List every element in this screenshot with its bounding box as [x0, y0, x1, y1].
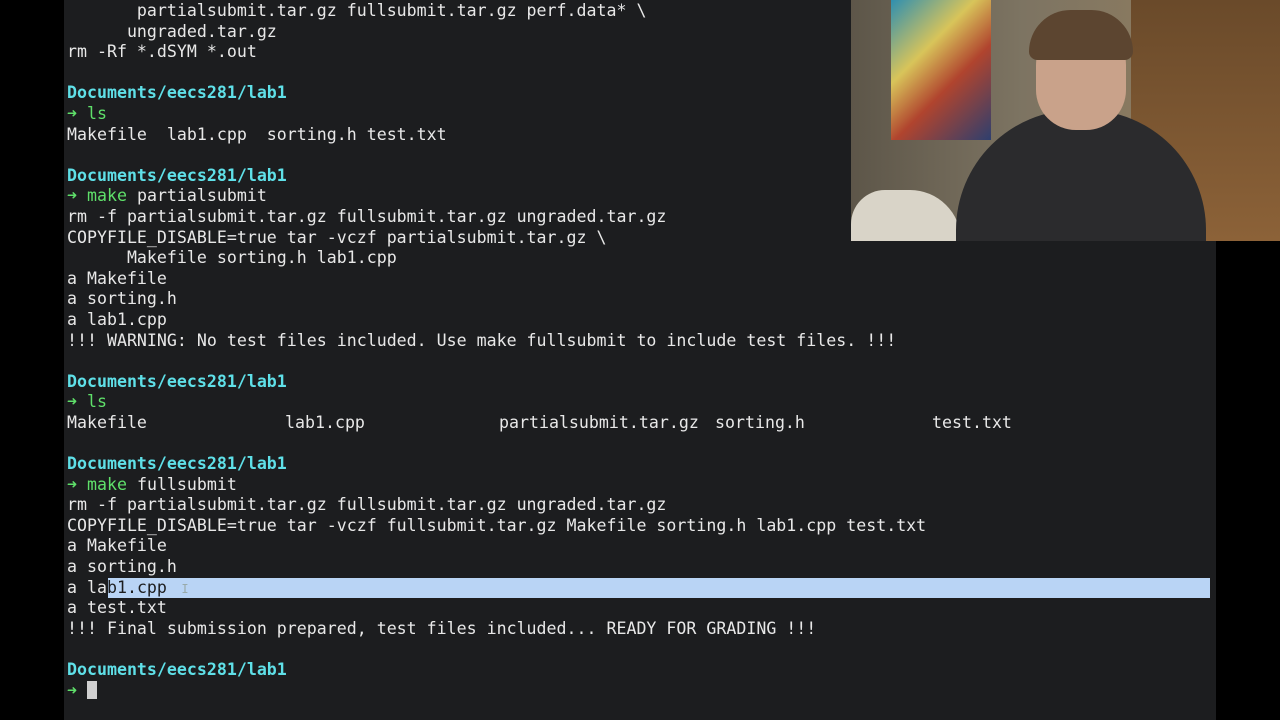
- terminal-line: a sorting.h: [67, 557, 926, 578]
- command-line: ➜ make fullsubmit: [67, 475, 926, 496]
- terminal-line: Documents/eecs281/lab1: [67, 166, 926, 187]
- terminal-line: rm -Rf *.dSYM *.out: [67, 42, 926, 63]
- terminal-line: a test.txt: [67, 598, 926, 619]
- prompt-arrow-icon: ➜: [67, 186, 77, 206]
- command-line: ➜ ls: [67, 104, 926, 125]
- output-text: a sorting.h: [67, 557, 177, 577]
- prompt-arrow-icon: ➜: [67, 392, 77, 412]
- prompt-arrow-icon: ➜: [67, 680, 77, 700]
- terminal-line: partialsubmit.tar.gz fullsubmit.tar.gz p…: [67, 1, 926, 22]
- terminal-line: ungraded.tar.gz: [67, 22, 926, 43]
- selected-line: a lab1.cpp I: [67, 578, 926, 599]
- text-cursor-icon: I: [166, 581, 189, 596]
- file-name: lab1.cpp: [285, 412, 365, 432]
- file-name: sorting.h: [715, 412, 805, 432]
- output-text: a test.txt: [67, 598, 167, 618]
- terminal-line: COPYFILE_DISABLE=true tar -vczf partials…: [67, 228, 926, 249]
- output-text: rm -f partialsubmit.tar.gz fullsubmit.ta…: [67, 206, 667, 226]
- command-args: partialsubmit: [126, 186, 267, 206]
- output-text: a sorting.h: [67, 289, 177, 309]
- output-text: rm -f partialsubmit.tar.gz fullsubmit.ta…: [67, 495, 667, 515]
- prompt-path: Documents/eecs281/lab1: [67, 165, 287, 185]
- output-text: Makefile lab1.cpp sorting.h test.txt: [67, 124, 447, 144]
- terminal-line: Makefile sorting.h lab1.cpp: [67, 248, 926, 269]
- terminal-line: !!! Final submission prepared, test file…: [67, 619, 926, 640]
- prompt-arrow-icon: ➜: [67, 103, 77, 123]
- output-text: !!! WARNING: No test files included. Use…: [67, 330, 897, 350]
- terminal-line: Documents/eecs281/lab1: [67, 83, 926, 104]
- terminal-line: a sorting.h: [67, 289, 926, 310]
- file-name: Makefile: [67, 412, 147, 432]
- ls-output: Makefile lab1.cpp partialsubmit.tar.gz sort…: [67, 412, 1012, 434]
- command-line: ➜ ls: [67, 392, 926, 413]
- terminal-line: a Makefile: [67, 269, 926, 290]
- prompt-path: Documents/eecs281/lab1: [67, 371, 287, 391]
- output-text: COPYFILE_DISABLE=true tar -vczf fullsubm…: [67, 515, 927, 535]
- command-name: make: [87, 186, 127, 206]
- output-text: a Makefile: [67, 268, 167, 288]
- command-args: fullsubmit: [126, 474, 237, 494]
- output-text: rm -Rf *.dSYM *.out: [67, 42, 257, 62]
- output-text: COPYFILE_DISABLE=true tar -vczf partials…: [67, 227, 607, 247]
- terminal-line: Makefile lab1.cpp sorting.h test.txt: [67, 125, 926, 146]
- terminal-line: !!! WARNING: No test files included. Use…: [67, 331, 926, 352]
- wall-poster: [891, 0, 991, 140]
- webcam-overlay: [851, 0, 1280, 241]
- terminal-line: Documents/eecs281/lab1: [67, 454, 926, 475]
- file-name: test.txt: [932, 412, 1012, 432]
- terminal-line: a Makefile: [67, 536, 926, 557]
- terminal-cursor[interactable]: [87, 680, 97, 699]
- prompt-path: Documents/eecs281/lab1: [67, 83, 287, 103]
- output-text: a la: [67, 577, 107, 597]
- terminal-line: COPYFILE_DISABLE=true tar -vczf fullsubm…: [67, 516, 926, 537]
- output-text: a Makefile: [67, 536, 167, 556]
- output-text: ungraded.tar.gz: [67, 21, 277, 41]
- selected-text[interactable]: b1.cpp: [107, 578, 167, 597]
- terminal-line: rm -f partialsubmit.tar.gz fullsubmit.ta…: [67, 495, 926, 516]
- output-text: !!! Final submission prepared, test file…: [67, 618, 817, 638]
- output-text: a lab1.cpp: [67, 309, 167, 329]
- prompt-path: Documents/eecs281/lab1: [67, 454, 287, 474]
- command-name: ls: [87, 392, 107, 412]
- terminal-output[interactable]: partialsubmit.tar.gz fullsubmit.tar.gz p…: [67, 1, 1012, 702]
- terminal-line: rm -f partialsubmit.tar.gz fullsubmit.ta…: [67, 207, 926, 228]
- active-prompt: ➜: [67, 680, 926, 702]
- output-text: Makefile sorting.h lab1.cpp: [67, 248, 397, 268]
- prompt-path: Documents/eecs281/lab1: [67, 660, 287, 679]
- output-text: partialsubmit.tar.gz fullsubmit.tar.gz p…: [67, 1, 647, 20]
- prompt-arrow-icon: ➜: [67, 474, 77, 494]
- command-name: ls: [87, 103, 107, 123]
- terminal-line: a lab1.cpp: [67, 310, 926, 331]
- file-name: partialsubmit.tar.gz: [499, 412, 699, 432]
- terminal-line: Documents/eecs281/lab1: [67, 372, 926, 393]
- terminal-line: Documents/eecs281/lab1: [67, 660, 926, 681]
- command-line: ➜ make partialsubmit: [67, 186, 926, 207]
- command-name: make: [87, 474, 127, 494]
